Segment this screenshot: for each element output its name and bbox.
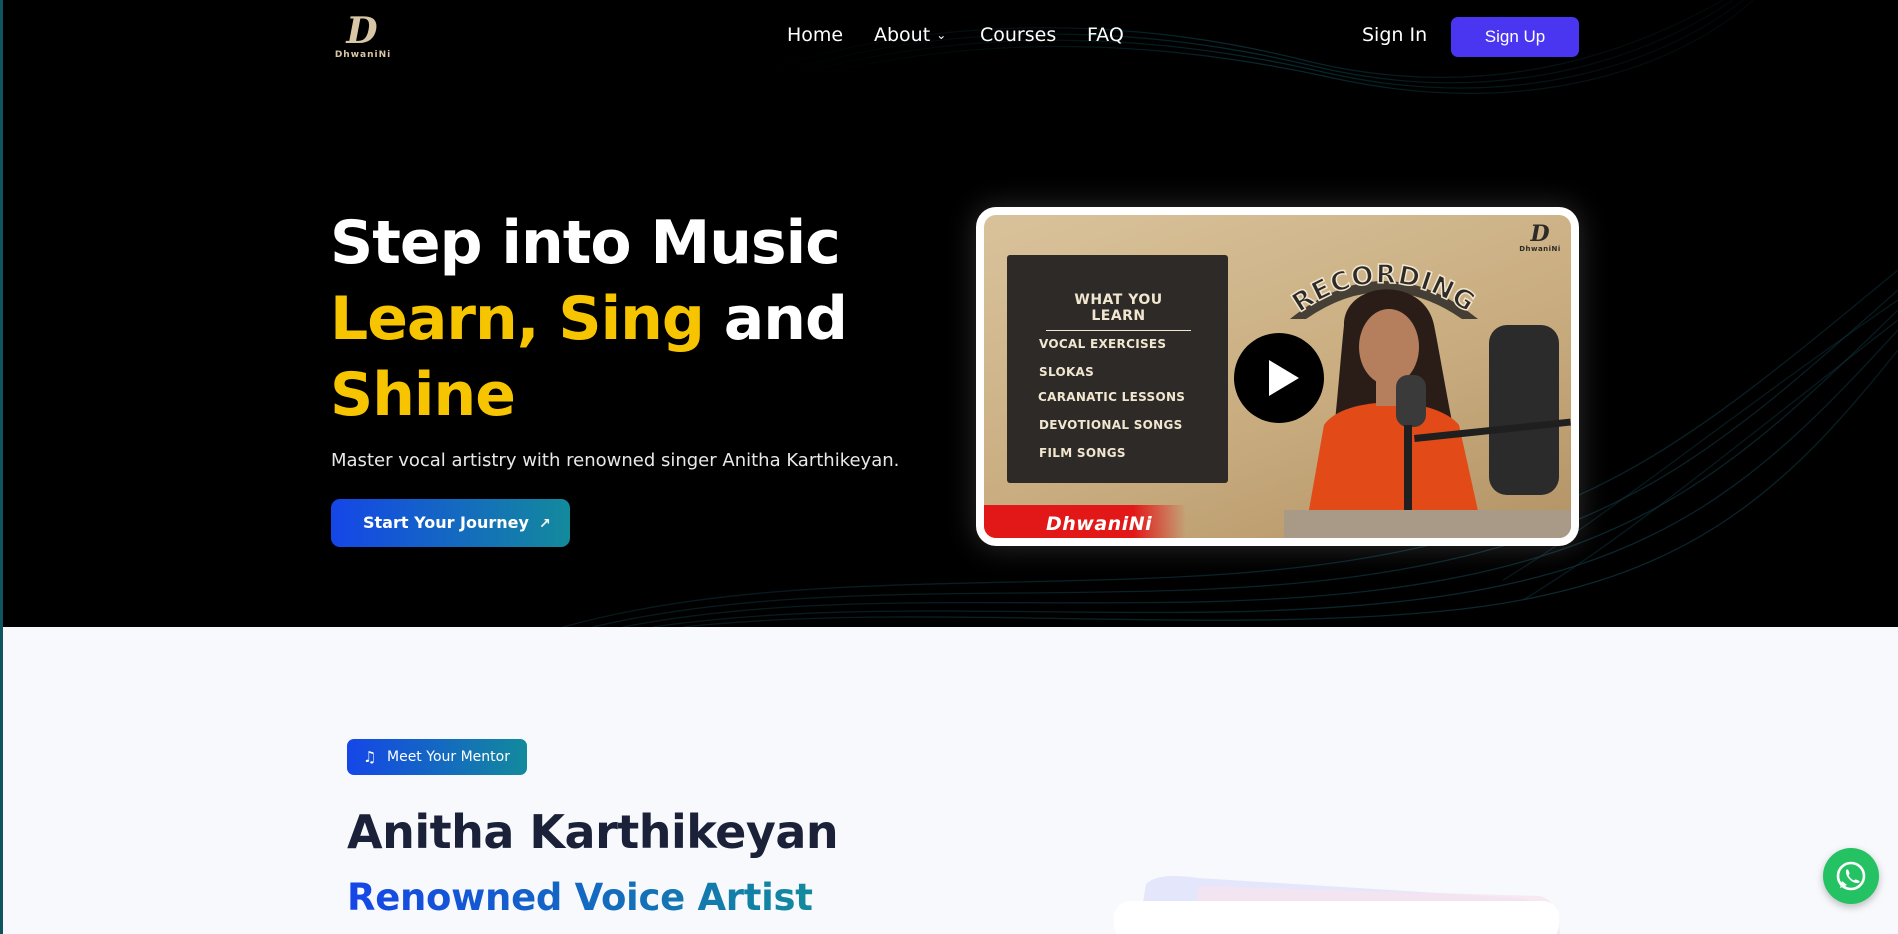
board-item: DEVOTIONAL SONGS — [1039, 418, 1183, 432]
play-button[interactable] — [1234, 333, 1324, 423]
strip-text: DhwaniNi — [1046, 513, 1153, 535]
brand-strip: DhwaniNi — [984, 505, 1186, 538]
hero-wave-decoration — [562, 0, 1898, 627]
hero-subtitle: Master vocal artistry with renowned sing… — [331, 450, 900, 471]
board-item: SLOKAS — [1039, 365, 1095, 379]
arrow-up-right-icon: ↗ — [538, 516, 551, 532]
intro-video-card[interactable]: WHAT YOU LEARN VOCAL EXERCISES SLOKAS CA… — [976, 207, 1579, 546]
top-navbar: D DhwaniNi Home About ⌄ Courses FAQ Sign … — [3, 0, 1898, 78]
logo-mark: D — [346, 10, 378, 52]
headline-line1: Step into Music — [330, 208, 841, 278]
headline-sing: Sing — [558, 284, 704, 354]
start-journey-button[interactable]: Start Your Journey ↗ — [331, 499, 570, 547]
sign-in-link[interactable]: Sign In — [1362, 24, 1427, 46]
hero-section: D DhwaniNi Home About ⌄ Courses FAQ Sign … — [3, 0, 1898, 627]
what-you-learn-board: WHAT YOU LEARN VOCAL EXERCISES SLOKAS CA… — [1007, 255, 1228, 483]
headline-shine: Shine — [330, 360, 516, 430]
watermark-text: DhwaniNi — [1519, 245, 1561, 253]
board-item: VOCAL EXERCISES — [1039, 337, 1167, 351]
sign-up-button[interactable]: Sign Up — [1451, 17, 1579, 57]
logo-text: DhwaniNi — [334, 50, 392, 60]
mentor-card-stack — [1114, 876, 1560, 934]
cta-label: Start Your Journey — [363, 513, 529, 532]
hero-headline: Step into Music Learn, Sing and Shine — [330, 205, 930, 433]
mentor-role: Renowned Voice Artist — [347, 876, 813, 919]
nav-faq-link[interactable]: FAQ — [1087, 24, 1124, 46]
board-title: WHAT YOU LEARN — [1046, 292, 1191, 331]
nav-home-link[interactable]: Home — [787, 24, 843, 46]
nav-courses-link[interactable]: Courses — [980, 24, 1056, 46]
singer-illustration — [1284, 289, 1571, 538]
nav-about-link[interactable]: About ⌄ — [874, 24, 946, 46]
whatsapp-icon — [1836, 861, 1866, 891]
chevron-down-icon: ⌄ — [936, 28, 947, 42]
video-thumbnail: WHAT YOU LEARN VOCAL EXERCISES SLOKAS CA… — [984, 215, 1571, 538]
play-icon — [1269, 360, 1299, 396]
board-item: CARANATIC LESSONS — [1038, 390, 1186, 404]
video-watermark-logo: D DhwaniNi — [1518, 223, 1562, 257]
music-note-icon: ♫ — [363, 748, 377, 766]
badge-label: Meet Your Mentor — [387, 749, 510, 765]
board-item: FILM SONGS — [1039, 446, 1126, 460]
headline-learn: Learn, — [330, 284, 540, 354]
nav-about-label: About — [874, 24, 931, 46]
brand-logo[interactable]: D DhwaniNi — [328, 10, 398, 62]
headline-and: and — [723, 284, 848, 354]
mentor-name: Anitha Karthikeyan — [347, 805, 839, 859]
whatsapp-button[interactable] — [1823, 848, 1879, 904]
meet-mentor-badge: ♫ Meet Your Mentor — [347, 739, 527, 775]
watermark-mark: D — [1530, 221, 1550, 247]
